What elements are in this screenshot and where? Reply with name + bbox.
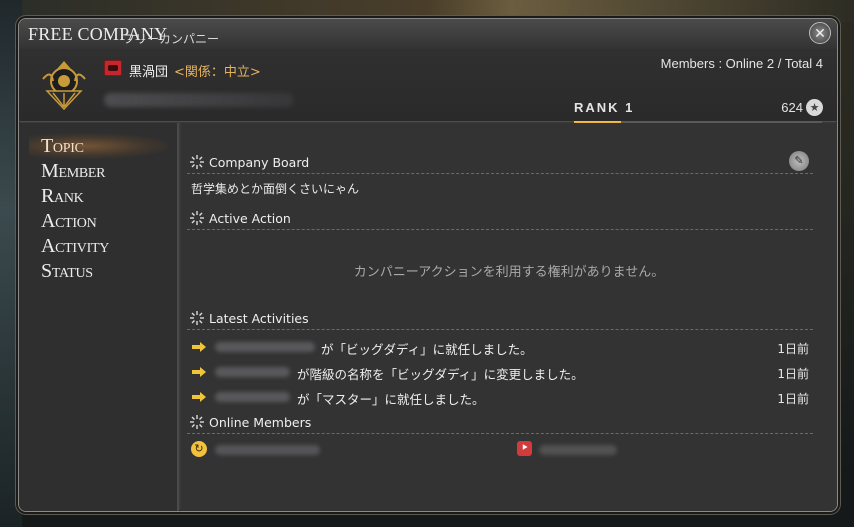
active-action-header: Active Action <box>187 207 813 230</box>
fc-relation: <関係：中立> <box>174 65 261 80</box>
activity-text: が「ビッグダディ」に就任しました。 <box>321 342 533 357</box>
activity-swap-icon <box>192 342 206 352</box>
close-icon: ✕ <box>814 26 826 42</box>
rank-points: 624 <box>781 100 803 115</box>
latest-activities-title: Latest Activities <box>209 311 309 326</box>
activity-time: 1日前 <box>777 392 809 406</box>
topic-content: Company Board ✎ 哲学集めとか面倒くさいにゃん Active Ac… <box>181 123 837 511</box>
members-count: Members : Online 2 / Total 4 <box>660 56 823 71</box>
company-board-title: Company Board <box>209 155 310 170</box>
activity-swap-icon <box>192 392 206 402</box>
sidebar-item-label: Member <box>41 160 106 182</box>
pencil-icon: ✎ <box>794 154 804 167</box>
close-button[interactable]: ✕ <box>809 22 831 44</box>
company-board-text: 哲学集めとか面倒くさいにゃん <box>191 182 360 196</box>
online-member-name-blurred[interactable] <box>539 445 617 455</box>
sidebar-item-activity[interactable]: Activity <box>41 235 109 258</box>
activity-row: が階級の名称を「ビッグダディ」に変更しました。 1日前 <box>191 363 817 383</box>
window-subtitle: フリーカンパニー <box>123 32 220 46</box>
duty-status-icon: ⯈ <box>517 441 532 456</box>
player-name-blurred <box>215 367 290 377</box>
active-action-title: Active Action <box>209 211 291 226</box>
online-members-list: ↻ ⯈ <box>191 441 817 461</box>
sidebar-item-label: Status <box>41 260 93 282</box>
section-sparkle-icon <box>190 211 204 225</box>
online-member-name-blurred[interactable] <box>215 445 320 455</box>
activity-row: が「マスター」に就任しました。 1日前 <box>191 388 817 408</box>
fc-name: 黒渦団 <box>129 65 169 80</box>
company-board-header: Company Board ✎ <box>187 151 813 174</box>
company-crest-icon <box>42 61 86 111</box>
activity-time: 1日前 <box>777 342 809 356</box>
sidebar-item-label: Activity <box>41 235 110 257</box>
player-name-blurred <box>215 342 315 352</box>
online-members-title: Online Members <box>209 415 312 430</box>
company-seal-icon: ★ <box>806 99 823 116</box>
sidebar-item-topic[interactable]: Topic <box>41 135 84 158</box>
section-sparkle-icon <box>190 155 204 169</box>
sidebar-item-action[interactable]: Action <box>41 210 97 233</box>
grand-company-flag-icon <box>104 60 122 76</box>
sidebar-item-label: Action <box>41 210 97 232</box>
activity-text: が「マスター」に就任しました。 <box>297 392 485 407</box>
activity-text: が階級の名称を「ビッグダディ」に変更しました。 <box>297 367 584 382</box>
sidebar-item-rank[interactable]: Rank <box>41 185 84 208</box>
sidebar-item-status[interactable]: Status <box>41 260 93 283</box>
edit-board-button[interactable]: ✎ <box>789 151 809 171</box>
latest-activities-header: Latest Activities <box>187 307 813 330</box>
company-header: 黒渦団 <関係：中立> Members : Online 2 / Total 4… <box>19 49 837 127</box>
section-sparkle-icon <box>190 415 204 429</box>
free-company-window: FREE COMPANY フリーカンパニー ✕ 黒渦団 <関係：中立> Memb… <box>18 18 838 512</box>
activity-time: 1日前 <box>777 367 809 381</box>
rank-label: RANK 1 <box>574 100 635 115</box>
no-action-message: カンパニーアクションを利用する権利がありません。 <box>353 265 665 280</box>
online-members-header: Online Members <box>187 411 813 434</box>
sidebar-item-member[interactable]: Member <box>41 160 106 183</box>
activity-swap-icon <box>192 367 206 377</box>
player-name-blurred <box>215 392 290 402</box>
window-titlebar[interactable]: FREE COMPANY フリーカンパニー ✕ <box>19 19 837 49</box>
activity-row: が「ビッグダディ」に就任しました。 1日前 <box>191 338 817 358</box>
section-sparkle-icon <box>190 311 204 325</box>
sidebar-item-label: Topic <box>41 135 84 157</box>
sidebar-nav: Topic Member Rank Action Activity Status <box>19 123 179 511</box>
sidebar-item-label: Rank <box>41 185 84 207</box>
fc-tag-blurred <box>104 93 294 107</box>
online-status-icon: ↻ <box>191 441 207 457</box>
